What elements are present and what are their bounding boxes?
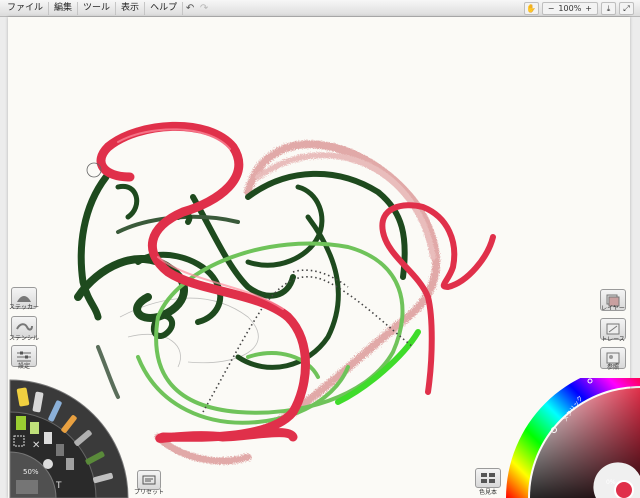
current-color[interactable]	[614, 480, 634, 498]
menu-help[interactable]: ヘルプ	[145, 2, 184, 15]
stencil-label: ステンシル	[8, 335, 39, 342]
brush-cursor	[86, 162, 102, 178]
layers-label: レイヤー	[601, 305, 625, 312]
color-picker[interactable]	[500, 378, 640, 498]
hand-icon[interactable]: ✋	[523, 2, 539, 15]
trace-label: トレース	[601, 336, 625, 343]
menu-tools[interactable]: ツール	[78, 2, 117, 15]
export-icon[interactable]: ⤓	[601, 2, 616, 15]
transform-icon[interactable]: ✕	[32, 440, 40, 451]
view-controls: ✋ − 100% + ⤓ ⤢	[523, 2, 634, 15]
menu-edit[interactable]: 編集	[49, 2, 79, 15]
zoom-control: − 100% +	[541, 2, 598, 15]
stencil-icon	[16, 323, 33, 331]
zoom-out-button[interactable]: −	[546, 4, 557, 13]
redo-icon[interactable]: ↷	[197, 2, 211, 15]
settings-label: 設定	[17, 363, 30, 370]
undo-icon[interactable]: ↶	[183, 2, 197, 15]
zoom-in-button[interactable]: +	[583, 4, 594, 13]
brush-size-chip[interactable]	[16, 480, 38, 494]
menu-view[interactable]: 表示	[116, 2, 146, 15]
preset-label: プリセット	[133, 489, 164, 496]
menu-bar: ファイル 編集 ツール 表示 ヘルプ ↶ ↷ ✋ − 100% + ⤓ ⤢	[0, 0, 640, 17]
preset-icon	[142, 475, 156, 485]
fill-icon[interactable]	[43, 459, 53, 469]
reference-label: 参照	[606, 364, 619, 371]
zoom-level: 100%	[558, 4, 582, 13]
fullscreen-icon[interactable]: ⤢	[619, 2, 634, 15]
main-menu: ファイル 編集 ツール 表示 ヘルプ ↶ ↷	[2, 2, 211, 15]
text-icon[interactable]: T	[55, 481, 62, 491]
menu-file[interactable]: ファイル	[2, 2, 50, 15]
metallic-value: 0%	[606, 479, 616, 486]
swatches-icon	[481, 473, 495, 483]
sticker-label: ステッカー	[8, 304, 39, 311]
tool-wheel: ✕ T	[9, 379, 129, 498]
swatches-button[interactable]	[475, 468, 501, 488]
brush-size-value: 50%	[23, 468, 39, 476]
